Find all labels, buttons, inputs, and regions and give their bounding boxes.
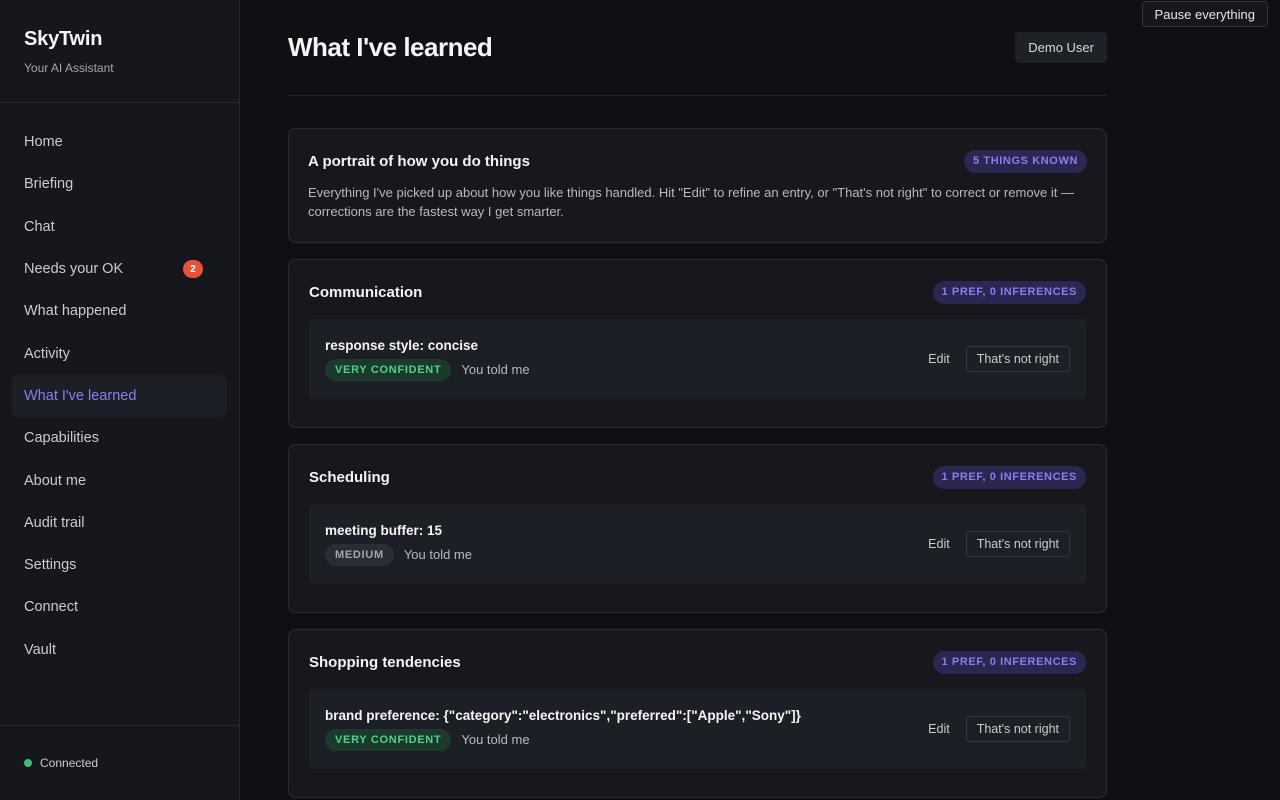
thats-not-right-button[interactable]: That's not right bbox=[965, 346, 1070, 372]
main-content: What I've learned Demo User A portrait o… bbox=[288, 0, 1107, 798]
sidebar-item-connect[interactable]: Connect bbox=[0, 586, 227, 628]
sidebar-item-label: Vault bbox=[24, 641, 56, 658]
preference-source: You told me bbox=[461, 732, 530, 747]
section-scheduling: Scheduling 1 PREF, 0 INFERENCES meeting … bbox=[288, 444, 1107, 613]
preference-actions: Edit That's not right bbox=[928, 346, 1070, 372]
section-title: Scheduling bbox=[309, 468, 390, 486]
section-header: Shopping tendencies 1 PREF, 0 INFERENCES bbox=[309, 650, 1086, 674]
section-communication: Communication 1 PREF, 0 INFERENCES respo… bbox=[288, 259, 1107, 428]
intro-card-header: A portrait of how you do things 5 THINGS… bbox=[308, 149, 1087, 173]
things-known-badge: 5 THINGS KNOWN bbox=[964, 149, 1087, 173]
notification-badge: 2 bbox=[183, 260, 203, 279]
edit-button[interactable]: Edit bbox=[928, 537, 950, 551]
intro-card: A portrait of how you do things 5 THINGS… bbox=[288, 128, 1107, 243]
preference-item: meeting buffer: 15 MEDIUM You told me Ed… bbox=[309, 504, 1086, 584]
preference-meta: VERY CONFIDENT You told me bbox=[325, 358, 530, 381]
preference-item: response style: concise VERY CONFIDENT Y… bbox=[309, 319, 1086, 399]
app-subtitle: Your AI Assistant bbox=[24, 61, 114, 75]
preference-source: You told me bbox=[403, 547, 472, 562]
status-label: Connected bbox=[40, 756, 99, 770]
section-count-badge: 1 PREF, 0 INFERENCES bbox=[932, 465, 1086, 489]
page-header: What I've learned Demo User bbox=[288, 0, 1107, 96]
preference-actions: Edit That's not right bbox=[928, 531, 1070, 557]
sidebar-item-home[interactable]: Home bbox=[0, 121, 227, 163]
section-header: Scheduling 1 PREF, 0 INFERENCES bbox=[309, 465, 1086, 489]
thats-not-right-button[interactable]: That's not right bbox=[965, 531, 1070, 557]
preference-meta: MEDIUM You told me bbox=[325, 543, 472, 566]
sidebar-item-about-me[interactable]: About me bbox=[0, 459, 227, 501]
sidebar-item-label: What happened bbox=[24, 303, 127, 320]
user-menu-button[interactable]: Demo User bbox=[1015, 32, 1107, 63]
preference-key: brand preference: {"category":"electroni… bbox=[325, 707, 801, 723]
intro-title: A portrait of how you do things bbox=[308, 152, 530, 170]
sidebar-item-label: Settings bbox=[24, 557, 77, 574]
sidebar-item-label: Home bbox=[24, 134, 63, 151]
sidebar-item-label: Connect bbox=[24, 599, 79, 616]
sidebar-item-briefing[interactable]: Briefing bbox=[0, 163, 227, 205]
sidebar-item-label: Activity bbox=[24, 345, 70, 362]
sidebar-item-label: About me bbox=[24, 472, 87, 489]
preference-info: meeting buffer: 15 MEDIUM You told me bbox=[325, 523, 472, 566]
preference-actions: Edit That's not right bbox=[928, 716, 1070, 742]
sidebar-item-needs-your-ok[interactable]: Needs your OK 2 bbox=[0, 248, 227, 290]
status-dot-icon bbox=[24, 759, 32, 767]
preference-info: brand preference: {"category":"electroni… bbox=[325, 708, 801, 751]
preference-info: response style: concise VERY CONFIDENT Y… bbox=[325, 338, 530, 381]
sidebar-item-activity[interactable]: Activity bbox=[0, 332, 227, 374]
preference-key: response style: concise bbox=[325, 337, 479, 353]
app-name: SkyTwin bbox=[24, 28, 103, 50]
confidence-badge: MEDIUM bbox=[325, 543, 394, 566]
sidebar-item-label: Chat bbox=[24, 218, 55, 235]
sidebar-item-capabilities[interactable]: Capabilities bbox=[0, 417, 227, 459]
pause-everything-button[interactable]: Pause everything bbox=[1141, 1, 1268, 27]
sidebar-item-audit-trail[interactable]: Audit trail bbox=[0, 502, 227, 544]
sidebar-item-label: What I've learned bbox=[24, 387, 137, 404]
section-title: Shopping tendencies bbox=[309, 653, 461, 671]
sidebar-nav: Home Briefing Chat Needs your OK 2 What … bbox=[0, 103, 239, 671]
page-title: What I've learned bbox=[288, 32, 493, 62]
sidebar-item-vault[interactable]: Vault bbox=[0, 629, 227, 671]
confidence-badge: VERY CONFIDENT bbox=[325, 728, 452, 751]
section-count-badge: 1 PREF, 0 INFERENCES bbox=[932, 280, 1086, 304]
sidebar-item-what-happened[interactable]: What happened bbox=[0, 290, 227, 332]
sidebar-item-what-ive-learned[interactable]: What I've learned bbox=[12, 374, 227, 418]
edit-button[interactable]: Edit bbox=[928, 722, 950, 736]
sidebar-item-chat[interactable]: Chat bbox=[0, 206, 227, 248]
section-header: Communication 1 PREF, 0 INFERENCES bbox=[309, 280, 1086, 304]
sidebar-item-label: Capabilities bbox=[24, 430, 99, 447]
sidebar: SkyTwin Your AI Assistant Home Briefing … bbox=[0, 0, 240, 800]
section-shopping-tendencies: Shopping tendencies 1 PREF, 0 INFERENCES… bbox=[288, 629, 1107, 798]
connection-status: Connected bbox=[0, 725, 239, 800]
brand: SkyTwin Your AI Assistant bbox=[0, 0, 239, 103]
preference-key: meeting buffer: 15 bbox=[325, 522, 443, 538]
intro-description: Everything I've picked up about how you … bbox=[308, 185, 1075, 219]
sidebar-item-settings[interactable]: Settings bbox=[0, 544, 227, 586]
section-title: Communication bbox=[309, 283, 423, 301]
confidence-badge: VERY CONFIDENT bbox=[325, 358, 452, 381]
section-count-badge: 1 PREF, 0 INFERENCES bbox=[932, 650, 1086, 674]
sidebar-item-label: Needs your OK bbox=[24, 261, 124, 278]
sidebar-item-label: Audit trail bbox=[24, 514, 85, 531]
sidebar-item-label: Briefing bbox=[24, 176, 74, 193]
preference-source: You told me bbox=[461, 362, 530, 377]
preference-meta: VERY CONFIDENT You told me bbox=[325, 728, 801, 751]
preference-item: brand preference: {"category":"electroni… bbox=[309, 689, 1086, 769]
thats-not-right-button[interactable]: That's not right bbox=[965, 716, 1070, 742]
edit-button[interactable]: Edit bbox=[928, 352, 950, 366]
